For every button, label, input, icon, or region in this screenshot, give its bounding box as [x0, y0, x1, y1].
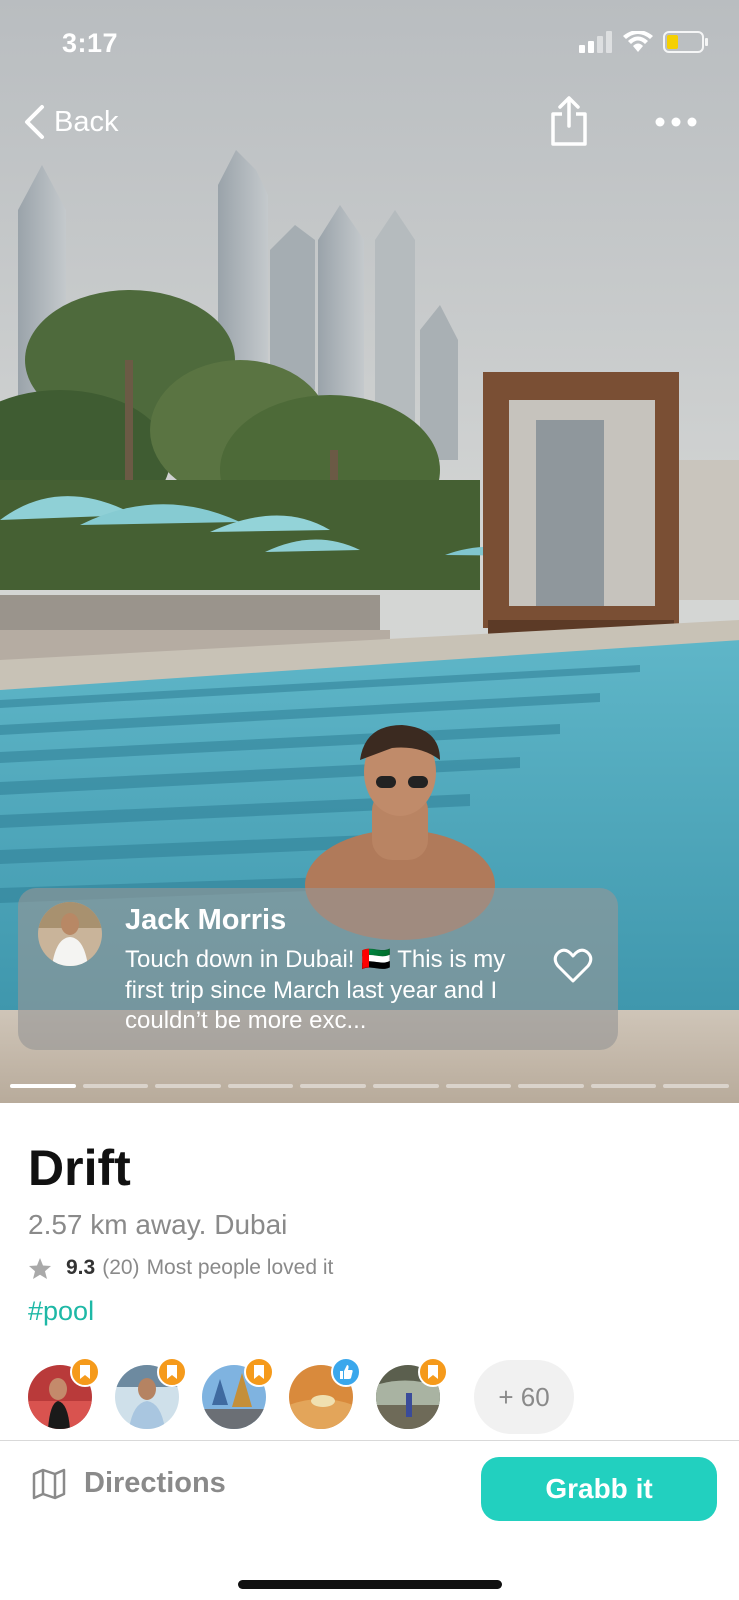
heart-icon[interactable]	[553, 948, 593, 984]
friend-avatar[interactable]	[28, 1357, 100, 1429]
story-progress	[10, 1084, 729, 1089]
hero-photo[interactable]: 3:17 Back Jack Morris Touch down in Duba…	[0, 0, 739, 1103]
directions-button[interactable]: Directions	[32, 1467, 226, 1500]
top-navigation: Back	[0, 96, 739, 156]
story-progress-segment	[300, 1084, 366, 1088]
bookmark-icon	[70, 1357, 100, 1387]
rating-score: 9.3	[66, 1256, 96, 1279]
chevron-left-icon	[25, 105, 44, 139]
friend-avatar[interactable]	[289, 1357, 361, 1429]
thumbs-up-icon	[331, 1357, 361, 1387]
author-name[interactable]: Jack Morris	[125, 904, 286, 937]
rating-note: Most people loved it	[146, 1256, 334, 1279]
signal-icon	[579, 31, 612, 53]
story-progress-segment	[372, 1084, 439, 1088]
friend-avatar[interactable]	[202, 1357, 274, 1429]
wifi-icon	[623, 31, 653, 52]
story-progress-segment	[445, 1084, 512, 1088]
friends-row: + 60	[28, 1357, 574, 1434]
bookmark-icon	[157, 1357, 187, 1387]
bottom-action-bar: Directions Grabb it	[0, 1440, 739, 1600]
rating-row: 9.3 (20) Most people loved it	[28, 1256, 333, 1280]
back-label: Back	[54, 105, 119, 138]
place-title: Drift	[28, 1140, 131, 1196]
story-progress-segment	[590, 1084, 657, 1088]
story-progress-segment	[663, 1084, 729, 1088]
place-distance-location: 2.57 km away. Dubai	[28, 1209, 288, 1240]
share-icon[interactable]	[548, 96, 590, 148]
story-progress-segment	[82, 1084, 149, 1088]
author-avatar-image	[38, 902, 102, 966]
status-icons	[579, 30, 709, 54]
bookmark-icon	[418, 1357, 448, 1387]
story-caption-card[interactable]: Jack Morris Touch down in Dubai! 🇦🇪 This…	[18, 888, 618, 1050]
story-progress-segment	[155, 1084, 221, 1088]
directions-label: Directions	[84, 1467, 226, 1499]
story-progress-segment	[227, 1084, 294, 1088]
hashtag-link[interactable]: #pool	[28, 1296, 94, 1327]
story-progress-segment	[10, 1084, 76, 1088]
friend-avatar[interactable]	[115, 1357, 187, 1429]
story-progress-segment	[518, 1084, 584, 1088]
rating-count: (20)	[102, 1256, 140, 1279]
star-icon	[29, 1257, 51, 1279]
story-caption: Touch down in Dubai! 🇦🇪 This is my first…	[125, 946, 506, 1034]
home-indicator	[238, 1580, 502, 1589]
author-avatar[interactable]	[38, 902, 102, 966]
more-options-icon[interactable]	[654, 112, 698, 132]
more-friends-button[interactable]: + 60	[474, 1360, 574, 1434]
friend-avatar[interactable]	[376, 1357, 448, 1429]
status-bar: 3:17	[0, 0, 739, 88]
battery-icon	[663, 31, 708, 53]
map-icon	[32, 1468, 66, 1499]
back-button[interactable]: Back	[22, 104, 118, 140]
grab-it-button[interactable]: Grabb it	[481, 1457, 717, 1521]
bookmark-icon	[244, 1357, 274, 1387]
status-time: 3:17	[62, 28, 119, 58]
